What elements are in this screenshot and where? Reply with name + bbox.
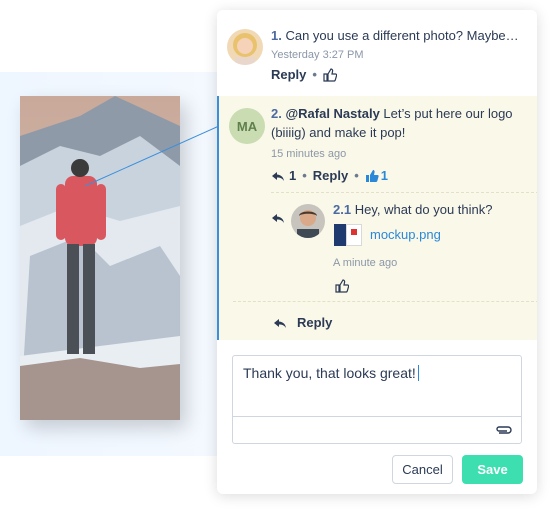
- separator-dot: •: [302, 168, 307, 183]
- thumbs-up-icon[interactable]: [335, 279, 350, 293]
- comments-panel: 1. Can you use a different photo? Maybe……: [217, 10, 537, 494]
- reply-arrow-icon: [273, 316, 287, 330]
- reply-arrow-icon[interactable]: [271, 169, 285, 183]
- comment-number: 2.1: [333, 202, 352, 217]
- comment-number: 1.: [271, 28, 282, 43]
- comment-body-line2: (biiiig) and make it pop!: [271, 125, 406, 140]
- reply-label: Reply: [297, 315, 333, 330]
- comment-body: Hey, what do you think?: [354, 202, 493, 217]
- comment-timestamp: A minute ago: [333, 257, 398, 269]
- comment-number: 2.: [271, 106, 282, 121]
- comment-timestamp: 15 minutes ago: [271, 148, 347, 160]
- text-caret: [417, 365, 419, 381]
- avatar: MA: [229, 108, 265, 144]
- thumbs-up-filled-icon[interactable]: [365, 169, 379, 183]
- divider: [271, 192, 537, 193]
- separator-dot: •: [312, 67, 317, 82]
- save-button[interactable]: Save: [462, 455, 523, 484]
- comment-text: 1. Can you use a different photo? Maybe…: [271, 26, 519, 45]
- reply-count: 1: [289, 168, 297, 183]
- cancel-button[interactable]: Cancel: [392, 455, 453, 484]
- separator-dot: •: [354, 168, 359, 183]
- reply-button[interactable]: Reply: [271, 67, 306, 82]
- avatar: [227, 29, 263, 65]
- comment-2: MA 2. @Rafal Nastaly Let’s put here our …: [217, 96, 537, 340]
- comment-input[interactable]: Thank you, that looks great!: [232, 355, 522, 444]
- paperclip-icon[interactable]: [493, 422, 513, 436]
- comment-1: 1. Can you use a different photo? Maybe……: [217, 10, 537, 96]
- reply-arrow-icon: [271, 211, 285, 225]
- attachment-link[interactable]: mockup.png: [370, 227, 441, 242]
- like-count: 1: [380, 168, 388, 183]
- thumbs-up-icon[interactable]: [323, 67, 338, 82]
- comment-actions: 1 • Reply • 1: [271, 168, 388, 183]
- mention-link[interactable]: @Rafal Nastaly: [285, 106, 379, 121]
- reply-button[interactable]: Reply: [313, 168, 348, 183]
- avatar: [291, 204, 325, 238]
- comment-text: 2.1 Hey, what do you think?: [333, 200, 493, 219]
- comment-timestamp: Yesterday 3:27 PM: [271, 49, 364, 61]
- mountain-photo: [20, 96, 180, 420]
- comment-input-text[interactable]: Thank you, that looks great!: [243, 365, 419, 381]
- input-divider: [233, 416, 521, 417]
- file-thumbnail[interactable]: [334, 224, 362, 246]
- divider: [233, 301, 537, 302]
- thread-reply[interactable]: Reply: [273, 315, 332, 330]
- comment-text: 2. @Rafal Nastaly Let’s put here our log…: [271, 104, 513, 123]
- comment-input-value: Thank you, that looks great!: [243, 365, 416, 381]
- comment-actions: Reply •: [271, 67, 338, 82]
- comment-body: Can you use a different photo? Maybe…: [285, 28, 519, 43]
- comment-body: Let’s put here our logo: [379, 106, 513, 121]
